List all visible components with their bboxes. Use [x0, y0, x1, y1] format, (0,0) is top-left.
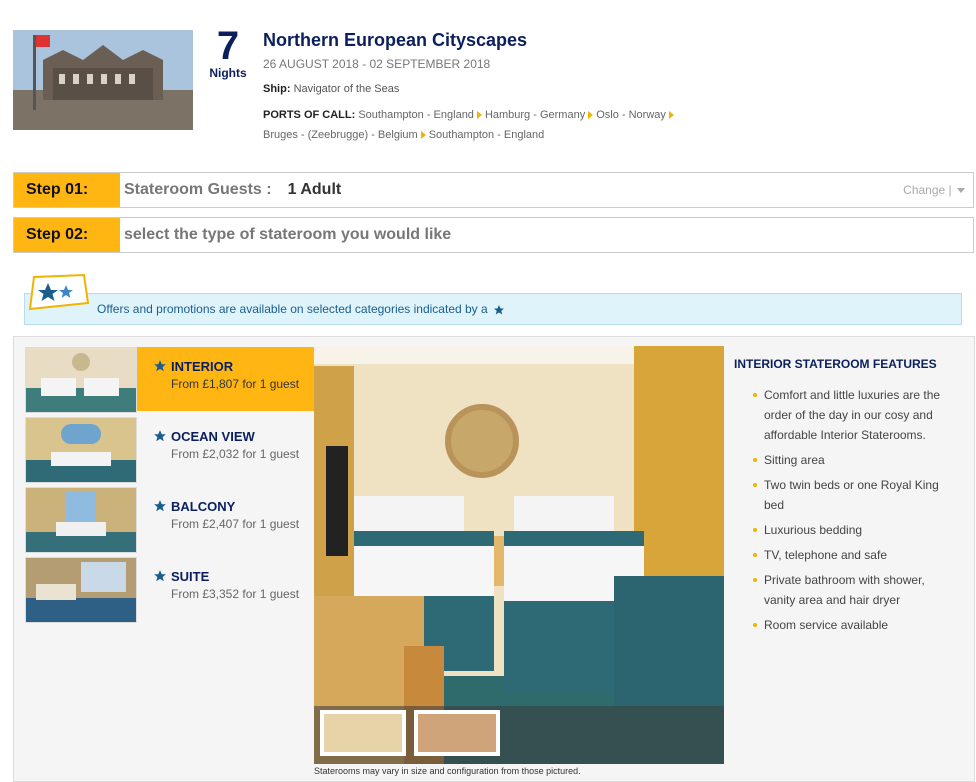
features-list: INTERIOR STATEROOM FEATURES Comfort and … — [734, 357, 954, 640]
change-label: Change | — [903, 183, 952, 197]
ports-label: PORTS OF CALL: — [263, 109, 356, 121]
offers-text: Offers and promotions are available on s… — [97, 302, 505, 316]
feature-item: Room service available — [734, 615, 954, 635]
arrow-right-icon — [476, 111, 482, 120]
arrow-right-icon — [420, 131, 426, 140]
feature-item: Two twin beds or one Royal King bed — [734, 475, 954, 515]
photo-caption: Staterooms may vary in size and configur… — [314, 766, 581, 776]
guests-value: 1 Adult — [287, 181, 342, 198]
room-price: From £1,807 for 1 guest — [171, 377, 300, 391]
star-icon — [154, 360, 166, 372]
guests-label: Stateroom Guests : — [124, 181, 272, 198]
destination-photo — [13, 30, 193, 130]
room-price: From £2,407 for 1 guest — [171, 517, 300, 531]
chevron-down-icon — [957, 188, 965, 194]
feature-item: Sitting area — [734, 450, 954, 470]
step-guests: Step 01: Stateroom Guests : 1 Adult Chang… — [13, 172, 974, 208]
feature-item: Private bathroom with shower, vanity are… — [734, 570, 954, 610]
port-item: Southampton - England — [358, 109, 474, 121]
room-option-ocean-view[interactable]: OCEAN VIEW From £2,032 for 1 guest — [25, 417, 325, 483]
room-option-suite[interactable]: SUITE From £3,352 for 1 guest — [25, 557, 325, 623]
change-guests-button[interactable]: Change | — [903, 173, 965, 207]
ports-of-call: PORTS OF CALL: Southampton - England Hamb… — [263, 105, 703, 145]
step-stateroom-label: select the type of stateroom you would l… — [124, 226, 452, 243]
ship-info: Ship: Navigator of the Seas — [263, 83, 703, 95]
feature-item: TV, telephone and safe — [734, 545, 954, 565]
step-guests-label: Stateroom Guests : 1 Adult — [124, 173, 341, 207]
star-icon — [154, 570, 166, 582]
offers-text-label: Offers and promotions are available on s… — [97, 302, 488, 316]
port-item: Southampton - England — [428, 129, 545, 141]
step-tag: Step 01: — [14, 173, 120, 207]
step-stateroom-type: Step 02: select the type of stateroom yo… — [13, 217, 974, 253]
port-item: Oslo - Norway — [596, 109, 666, 121]
room-thumbnail — [25, 557, 137, 623]
room-price: From £2,032 for 1 guest — [171, 447, 300, 461]
nights-number: 7 — [216, 24, 240, 68]
cruise-title: Northern European Cityscapes — [263, 30, 528, 50]
ship-label: Ship: — [263, 83, 291, 95]
arrow-right-icon — [588, 111, 594, 120]
star-icon — [154, 500, 166, 512]
offers-badge-icon — [26, 273, 90, 313]
arrow-right-icon — [668, 111, 674, 120]
room-name: INTERIOR — [171, 359, 234, 374]
room-name: BALCONY — [171, 499, 236, 514]
feature-item: Comfort and little luxuries are the orde… — [734, 385, 954, 445]
feature-item: Luxurious bedding — [734, 520, 954, 540]
cruise-dates: 26 AUGUST 2018 - 02 SEPTEMBER 2018 — [263, 57, 491, 71]
room-thumbnail — [25, 347, 137, 413]
room-option-interior[interactable]: INTERIOR From £1,807 for 1 guest — [25, 347, 339, 413]
nights-count: 7 Nights — [205, 26, 251, 80]
port-item: Bruges - (Zeebrugge) - Belgium — [263, 129, 418, 141]
ship-name: Navigator of the Seas — [293, 83, 400, 95]
star-icon — [154, 430, 166, 442]
star-icon — [494, 304, 505, 315]
offers-banner: Offers and promotions are available on s… — [24, 293, 962, 325]
room-name: SUITE — [171, 569, 210, 584]
nights-label: Nights — [209, 66, 247, 80]
cruise-summary: Northern European Cityscapes 26 AUGUST 2… — [263, 30, 703, 145]
room-thumbnail — [25, 487, 137, 553]
step-tag: Step 02: — [14, 218, 120, 252]
stateroom-panel: INTERIOR From £1,807 for 1 guest OCEAN V… — [13, 336, 975, 782]
port-item: Hamburg - Germany — [484, 109, 586, 121]
room-thumbnail — [25, 417, 137, 483]
stateroom-photo — [314, 346, 724, 764]
room-option-balcony[interactable]: BALCONY From £2,407 for 1 guest — [25, 487, 325, 553]
features-title: INTERIOR STATEROOM FEATURES — [734, 357, 937, 371]
room-price: From £3,352 for 1 guest — [171, 587, 300, 601]
room-name: OCEAN VIEW — [171, 429, 255, 444]
